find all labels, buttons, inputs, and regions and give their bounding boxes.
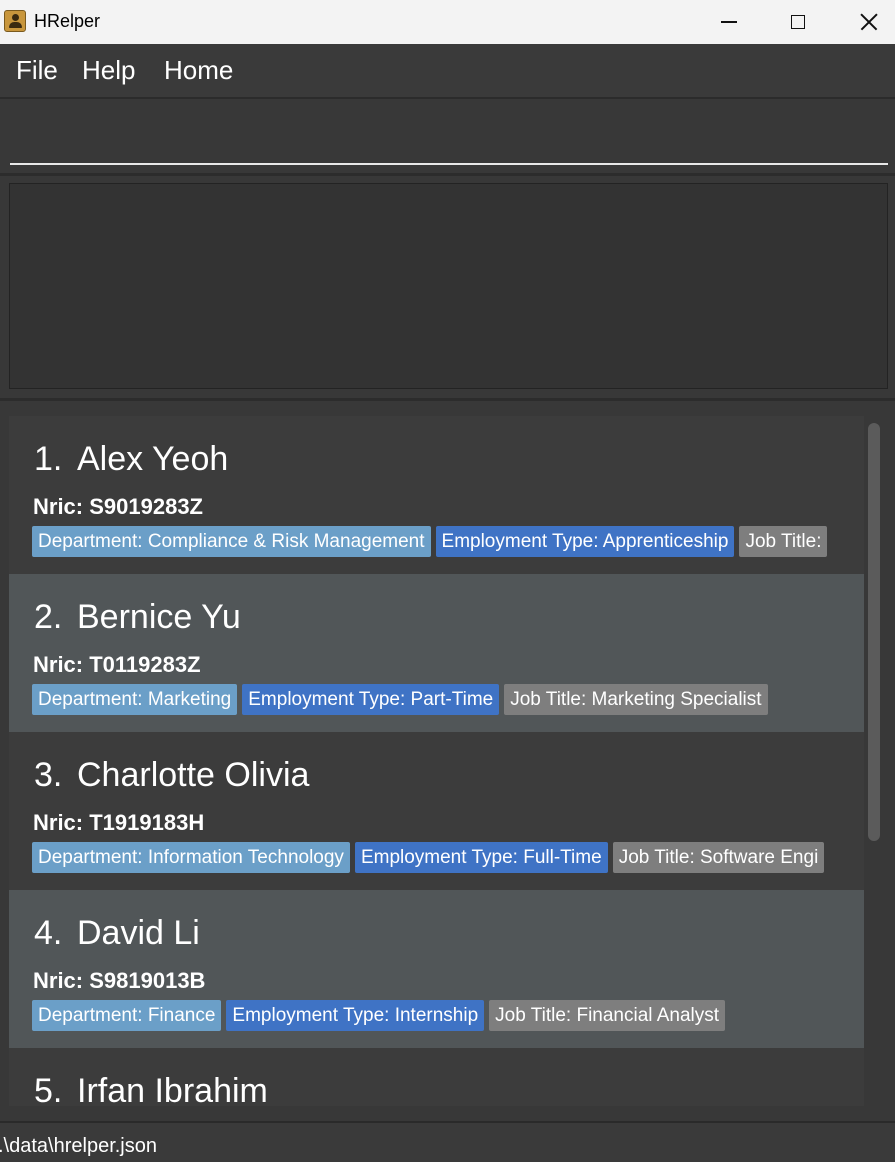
close-button[interactable] xyxy=(834,0,895,44)
person-name: Charlotte Olivia xyxy=(77,756,310,794)
close-icon xyxy=(860,13,878,31)
person-index: 5. xyxy=(34,1072,63,1106)
person-index: 4. xyxy=(34,914,63,952)
job-title-tag: Job Title: Marketing Specialist xyxy=(504,684,768,715)
person-card[interactable]: 1. Alex Yeoh Nric: S9019283Z Department: Co… xyxy=(9,416,864,574)
department-tag: Department: Information Technology xyxy=(32,842,350,873)
department-tag: Department: Compliance & Risk Management xyxy=(32,526,431,557)
minimize-button[interactable] xyxy=(694,0,764,44)
person-index: 1. xyxy=(34,440,63,478)
command-input[interactable] xyxy=(10,113,888,165)
person-nric: Nric: T0119283Z xyxy=(33,652,201,677)
result-display[interactable] xyxy=(9,183,888,389)
employment-type-tag: Employment Type: Internship xyxy=(226,1000,485,1031)
person-list-panel: 1. Alex Yeoh Nric: S9019283Z Department: Co… xyxy=(0,401,895,1121)
window-title: HRelper xyxy=(34,11,101,31)
status-bar: .\data\hrelper.json xyxy=(0,1121,895,1162)
menu-bar: File Help Home xyxy=(0,44,895,99)
title-bar: HRelper xyxy=(0,0,895,44)
data-file-path: .\data\hrelper.json xyxy=(0,1135,157,1157)
person-list[interactable]: 1. Alex Yeoh Nric: S9019283Z Department: Co… xyxy=(9,416,864,1106)
person-nric: Nric: S9819013B xyxy=(33,968,206,993)
menu-home[interactable]: Home xyxy=(164,55,233,86)
person-card[interactable]: 4. David Li Nric: S9819013B Department: Fin… xyxy=(9,890,864,1048)
person-index: 2. xyxy=(34,598,63,636)
tag-list: Department: Marketing Employment Type: Pa… xyxy=(32,684,773,715)
person-name: Alex Yeoh xyxy=(77,440,229,478)
maximize-button[interactable] xyxy=(763,0,833,44)
employment-type-tag: Employment Type: Part-Time xyxy=(242,684,500,715)
person-name: Bernice Yu xyxy=(77,598,241,636)
department-tag: Department: Finance xyxy=(32,1000,222,1031)
command-box-panel xyxy=(0,99,895,176)
job-title-tag: Job Title: xyxy=(739,526,828,557)
address-book-icon xyxy=(4,10,26,32)
person-index: 3. xyxy=(34,756,63,794)
scrollbar[interactable] xyxy=(866,419,886,1109)
tag-list: Department: Compliance & Risk Management… xyxy=(32,526,832,557)
job-title-tag: Job Title: Software Engi xyxy=(612,842,825,873)
person-nric: Nric: S9019283Z xyxy=(33,494,203,519)
employment-type-tag: Employment Type: Apprenticeship xyxy=(435,526,735,557)
maximize-icon xyxy=(791,15,805,29)
person-card[interactable]: 3. Charlotte Olivia Nric: T1919183H Departm… xyxy=(9,732,864,890)
job-title-tag: Job Title: Financial Analyst xyxy=(489,1000,726,1031)
person-name: Irfan Ibrahim xyxy=(77,1072,268,1106)
minimize-icon xyxy=(721,21,737,23)
tag-list: Department: Information Technology Employ… xyxy=(32,842,829,873)
person-card[interactable]: 2. Bernice Yu Nric: T0119283Z Department: M… xyxy=(9,574,864,732)
person-nric: Nric: T1919183H xyxy=(33,810,205,835)
person-name: David Li xyxy=(77,914,200,952)
tag-list: Department: Finance Employment Type: Inte… xyxy=(32,1000,730,1031)
menu-help[interactable]: Help xyxy=(82,55,135,86)
menu-file[interactable]: File xyxy=(16,55,58,86)
department-tag: Department: Marketing xyxy=(32,684,238,715)
employment-type-tag: Employment Type: Full-Time xyxy=(354,842,608,873)
person-card[interactable]: 5. Irfan Ibrahim xyxy=(9,1048,864,1106)
scrollbar-thumb[interactable] xyxy=(868,423,880,841)
result-display-panel xyxy=(0,176,895,401)
